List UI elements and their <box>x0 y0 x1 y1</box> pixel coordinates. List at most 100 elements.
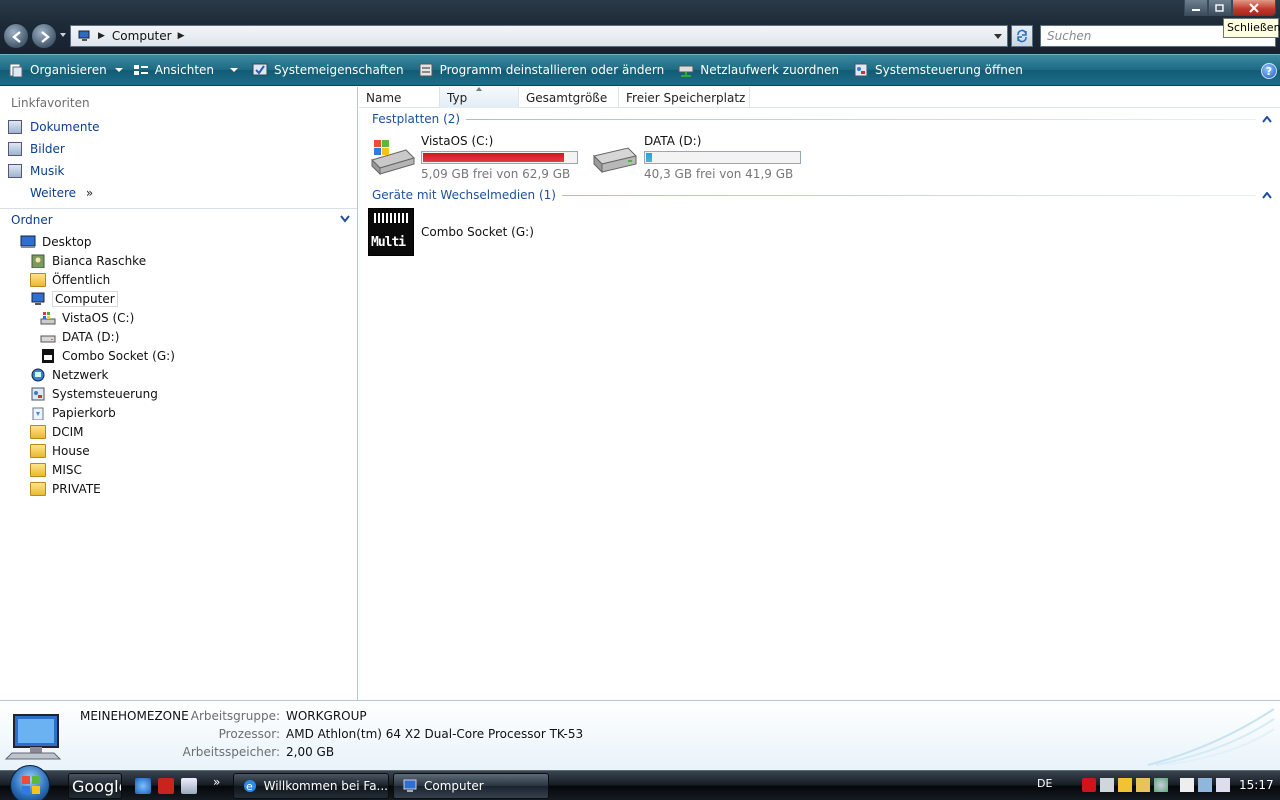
breadcrumb-computer[interactable]: Computer <box>112 29 172 43</box>
breadcrumb-separator-icon[interactable]: ▶ <box>98 31 105 41</box>
column-header-free-space[interactable]: Freier Speicherplatz <box>619 87 750 108</box>
recent-pages-dropdown[interactable] <box>60 33 66 37</box>
folders-header[interactable]: Ordner <box>0 208 357 230</box>
taskbar-item-label: Computer <box>424 779 484 793</box>
network-icon <box>31 368 45 382</box>
search-placeholder: Suchen <box>1047 29 1092 43</box>
chevron-down-icon <box>114 68 123 72</box>
tree-item-public[interactable]: Öffentlich <box>30 271 110 289</box>
tree-item-dcim[interactable]: DCIM <box>30 423 84 441</box>
volume-tray-icon[interactable] <box>1216 778 1230 792</box>
tree-item-private[interactable]: PRIVATE <box>30 480 101 498</box>
sort-ascending-icon <box>476 87 482 91</box>
column-header-name[interactable]: Name <box>359 87 440 108</box>
drive-usage-bar <box>644 151 801 164</box>
tree-item-label: DCIM <box>52 425 84 439</box>
control-panel-icon <box>31 387 45 401</box>
open-control-panel-button[interactable]: Systemsteuerung öffnen <box>853 58 1023 82</box>
refresh-button[interactable] <box>1011 25 1033 47</box>
folder-icon <box>30 273 46 287</box>
warning-tray-icon[interactable] <box>1118 778 1132 792</box>
media-player-icon[interactable] <box>158 778 174 794</box>
column-header-total-size[interactable]: Gesamtgröße <box>519 87 619 108</box>
tree-item-data-d[interactable]: DATA (D:) <box>40 328 119 346</box>
music-icon <box>8 164 22 178</box>
power-tray-icon[interactable] <box>1180 778 1194 792</box>
drive-name: VistaOS (C:) <box>421 134 494 148</box>
system-properties-icon <box>252 63 268 76</box>
back-button[interactable] <box>3 23 29 49</box>
tree-item-bianca-raschke[interactable]: Bianca Raschke <box>30 252 146 270</box>
system-properties-button[interactable]: Systemeigenschaften <box>252 58 404 82</box>
clock[interactable]: 15:17 <box>1239 778 1274 792</box>
organize-button[interactable]: Organisieren <box>8 58 123 82</box>
organize-label: Organisieren <box>30 63 107 77</box>
address-dropdown-icon[interactable] <box>994 34 1002 39</box>
pictures-icon <box>8 142 22 156</box>
start-button[interactable] <box>10 765 50 800</box>
taskbar-item-label: Willkommen bei Fa... <box>263 779 388 793</box>
tree-item-combo-socket-g[interactable]: Combo Socket (G:) <box>40 347 175 365</box>
drive-item-data-d[interactable]: DATA (D:) 40,3 GB frei von 41,9 GB <box>590 134 801 181</box>
drive-usage-bar <box>421 151 578 164</box>
drive-item-vistaos-c[interactable]: VistaOS (C:) 5,09 GB frei von 62,9 GB <box>368 134 578 181</box>
google-toolbar-button[interactable]: Google <box>68 773 122 799</box>
refresh-icon <box>1017 29 1027 43</box>
uninstall-program-button[interactable]: Programm deinstallieren oder ändern <box>418 58 664 82</box>
network-drive-icon <box>678 65 694 77</box>
views-button[interactable]: Ansichten <box>133 58 239 82</box>
favorite-link-pictures[interactable]: Bilder <box>8 142 65 156</box>
more-links-button[interactable]: Weitere » <box>30 186 93 200</box>
map-network-drive-button[interactable]: Netzlaufwerk zuordnen <box>678 58 839 82</box>
navigation-pane: Linkfavoriten Dokumente Bilder Musik Wei… <box>0 87 358 700</box>
column-header-type[interactable]: Typ <box>440 87 519 108</box>
favorite-link-documents[interactable]: Dokumente <box>8 120 100 134</box>
internet-explorer-icon[interactable] <box>135 778 151 794</box>
drive-free-space: 5,09 GB frei von 62,9 GB <box>421 167 571 181</box>
address-bar[interactable]: ▶ Computer ▶ <box>70 25 1008 47</box>
tree-item-network[interactable]: Netzwerk <box>30 366 108 384</box>
quick-launch-more-button[interactable]: » <box>213 775 220 789</box>
minimize-button[interactable] <box>1184 0 1208 16</box>
tree-item-label: DATA (D:) <box>62 330 120 344</box>
drive-name: DATA (D:) <box>644 134 702 148</box>
favorite-link-music[interactable]: Musik <box>8 164 65 178</box>
group-header-removable[interactable]: Geräte mit Wechselmedien (1) <box>372 188 1272 202</box>
tree-item-house[interactable]: House <box>30 442 90 460</box>
folder-icon <box>30 425 46 439</box>
hard-drive-icon <box>40 335 56 343</box>
tree-item-computer[interactable]: Computer <box>30 290 118 308</box>
close-tooltip: Schließen <box>1223 18 1280 38</box>
memory-card-icon <box>42 349 54 363</box>
show-desktop-icon[interactable] <box>181 778 197 794</box>
tree-item-misc[interactable]: MISC <box>30 461 82 479</box>
antivirus-tray-icon[interactable] <box>1082 778 1096 792</box>
help-button[interactable]: ? <box>1261 63 1277 79</box>
network-tray-icon[interactable] <box>1198 778 1212 792</box>
group-header-label: Festplatten (2) <box>372 112 461 126</box>
wireless-tray-icon[interactable] <box>1154 778 1168 792</box>
svg-text:e: e <box>246 780 253 793</box>
favorite-link-label: Musik <box>30 164 65 178</box>
tree-item-desktop[interactable]: Desktop <box>20 233 92 251</box>
tree-item-control-panel[interactable]: Systemsteuerung <box>30 385 158 403</box>
maximize-button[interactable] <box>1208 0 1232 16</box>
speaker-muted-tray-icon[interactable] <box>1100 778 1114 792</box>
taskbar-item-computer[interactable]: Computer <box>393 773 549 799</box>
tree-item-recycle-bin[interactable]: Papierkorb <box>30 404 116 422</box>
windows-drive-icon <box>371 140 415 176</box>
forward-button[interactable] <box>31 23 57 49</box>
tree-item-label: Öffentlich <box>52 273 111 287</box>
window-controls <box>1184 0 1276 16</box>
language-indicator[interactable]: DE <box>1037 777 1052 790</box>
taskbar-item-browser[interactable]: e Willkommen bei Fa... <box>233 773 389 799</box>
close-button[interactable] <box>1232 0 1276 16</box>
security-tray-icon[interactable] <box>1136 778 1150 792</box>
drive-item-combo-socket-g[interactable]: Multi Combo Socket (G:) <box>368 208 534 256</box>
favorite-links-header: Linkfavoriten <box>11 96 90 110</box>
restore-icon <box>1215 3 1224 12</box>
memory-card-icon: Multi <box>368 208 414 256</box>
tree-item-vistaos-c[interactable]: VistaOS (C:) <box>40 309 134 327</box>
group-header-hard-disks[interactable]: Festplatten (2) <box>372 112 1272 126</box>
breadcrumb-separator-icon[interactable]: ▶ <box>178 31 185 41</box>
